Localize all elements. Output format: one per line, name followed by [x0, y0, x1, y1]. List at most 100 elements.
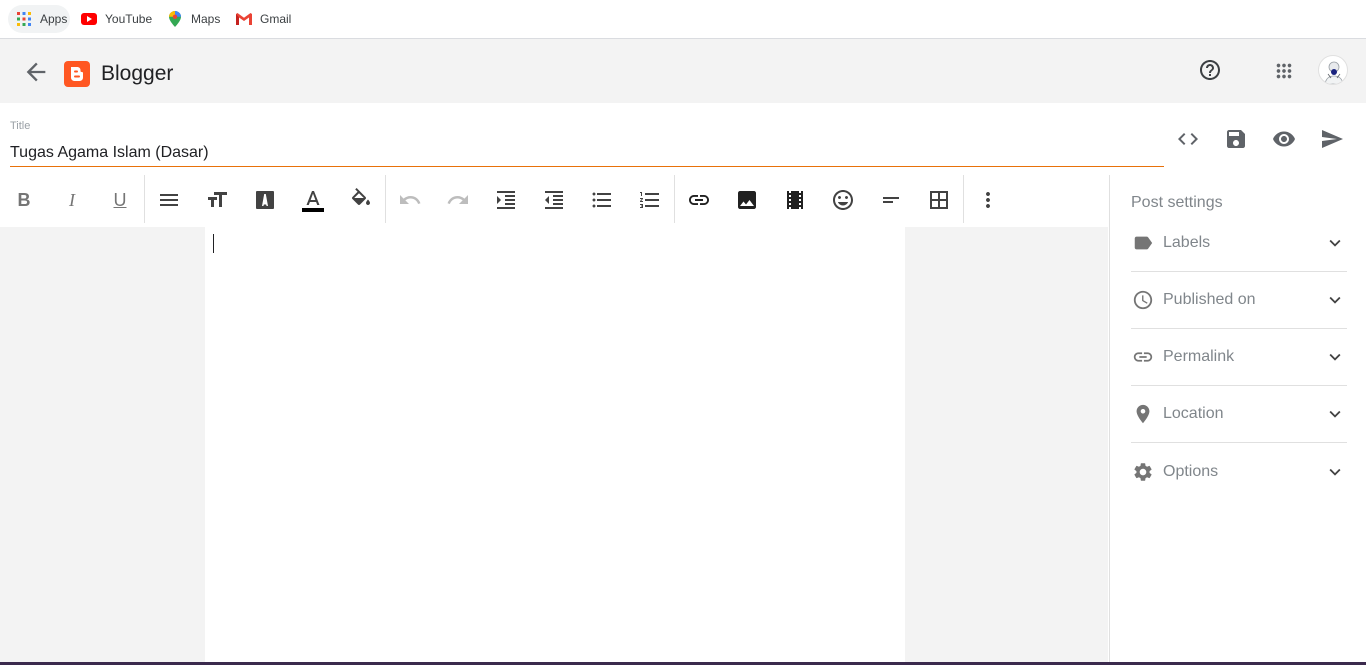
chevron-down-icon: [1323, 288, 1347, 312]
settings-item-options[interactable]: Options: [1110, 443, 1366, 500]
smiley-icon: [833, 190, 853, 210]
more-options-button[interactable]: [974, 186, 1002, 214]
clock-icon: [1131, 288, 1155, 312]
insert-link-button[interactable]: [685, 186, 713, 214]
settings-item-label: Options: [1163, 462, 1219, 480]
redo-button[interactable]: [444, 186, 472, 214]
bookmark-gmail[interactable]: Gmail: [236, 5, 291, 33]
settings-item-labels[interactable]: Labels: [1110, 215, 1366, 272]
bookmark-maps[interactable]: Maps: [167, 5, 220, 33]
bookmark-label: Gmail: [260, 12, 292, 26]
title-label: Title: [10, 120, 31, 132]
arrow-back-icon: [26, 62, 46, 82]
eye-icon: [1273, 131, 1295, 147]
numbered-list-icon: [640, 192, 659, 208]
paint-bucket-icon: [351, 188, 370, 205]
text-size-icon: [208, 192, 227, 207]
brand-name: Blogger: [101, 62, 174, 85]
font-size-button[interactable]: [203, 186, 231, 214]
undo-button[interactable]: [396, 186, 424, 214]
underline-button[interactable]: U: [106, 186, 134, 214]
account-avatar[interactable]: [1318, 55, 1348, 85]
settings-item-label: Labels: [1163, 234, 1211, 251]
maps-pin-icon: [167, 11, 183, 27]
undo-icon: [400, 195, 421, 204]
apps-grid-icon: [1276, 63, 1292, 79]
app-header: Blogger: [0, 39, 1366, 103]
text-format-box-icon: [256, 191, 274, 209]
post-settings-panel: Post settings Labels Published on Permal…: [1109, 175, 1366, 665]
settings-item-permalink[interactable]: Permalink: [1110, 329, 1366, 386]
bold-button[interactable]: B: [10, 186, 38, 214]
insert-image-button[interactable]: [733, 186, 761, 214]
publish-button[interactable]: [1320, 127, 1344, 151]
youtube-icon: [81, 11, 97, 27]
preview-button[interactable]: [1272, 127, 1296, 151]
chevron-down-icon: [1323, 231, 1347, 255]
link-icon: [1131, 345, 1155, 369]
settings-item-label: Published on: [1163, 291, 1256, 308]
help-button[interactable]: [1198, 58, 1222, 82]
code-brackets-icon: [1178, 133, 1198, 145]
label-tag-icon: [1131, 231, 1155, 255]
settings-item-label: Location: [1163, 405, 1224, 422]
jump-break-icon: [883, 197, 899, 203]
avatar-image-icon: [1324, 61, 1344, 84]
text-cursor: [213, 234, 214, 253]
bulleted-list-icon: [592, 192, 611, 208]
numbered-list-button[interactable]: [636, 186, 664, 214]
post-body-editor[interactable]: [205, 227, 905, 665]
toolbar-divider: [963, 175, 964, 223]
text-color-button[interactable]: [299, 186, 327, 214]
help-circle-icon: [1200, 60, 1220, 80]
paragraph-style-button[interactable]: [155, 186, 183, 214]
chevron-down-icon: [1323, 402, 1347, 426]
post-settings-title: Post settings: [1131, 194, 1223, 211]
gear-icon: [1131, 460, 1155, 484]
more-vert-icon: [986, 192, 990, 208]
text-color-icon: [302, 191, 324, 212]
back-button[interactable]: [22, 58, 50, 86]
save-button[interactable]: [1224, 127, 1248, 151]
bookmark-label: YouTube: [105, 12, 153, 26]
chevron-down-icon: [1323, 345, 1347, 369]
apps-grid-icon: [16, 11, 32, 27]
paragraph-lines-icon: [160, 194, 178, 206]
html-view-button[interactable]: [1176, 127, 1200, 151]
blogger-logo-icon[interactable]: [64, 61, 90, 87]
italic-icon: I: [69, 189, 75, 210]
bookmark-apps[interactable]: Apps: [8, 5, 70, 33]
gmail-icon: [236, 11, 252, 27]
bookmarks-bar: Apps YouTube Maps Gmail: [0, 0, 1366, 39]
highlight-color-button[interactable]: [347, 186, 375, 214]
insert-table-button[interactable]: [925, 186, 953, 214]
indent-decrease-icon: [545, 191, 563, 209]
film-strip-icon: [787, 191, 803, 209]
post-title-input[interactable]: [10, 140, 1164, 167]
insert-emoji-button[interactable]: [829, 186, 857, 214]
insert-video-button[interactable]: [781, 186, 809, 214]
google-apps-button[interactable]: [1273, 60, 1295, 82]
bookmark-label: Maps: [191, 12, 221, 26]
text-style-button[interactable]: [251, 186, 279, 214]
toolbar-divider: [674, 175, 675, 223]
indent-button[interactable]: [492, 186, 520, 214]
table-grid-icon: [930, 191, 948, 209]
image-icon: [738, 191, 756, 209]
italic-button[interactable]: I: [58, 186, 86, 214]
settings-item-published-on[interactable]: Published on: [1110, 272, 1366, 329]
settings-item-location[interactable]: Location: [1110, 386, 1366, 443]
insert-jump-break-button[interactable]: [877, 186, 905, 214]
redo-icon: [447, 195, 468, 204]
bookmark-youtube[interactable]: YouTube: [81, 5, 152, 33]
chevron-down-icon: [1323, 460, 1347, 484]
indent-increase-icon: [497, 191, 515, 209]
toolbar-divider: [385, 175, 386, 223]
send-icon: [1322, 130, 1343, 148]
outdent-button[interactable]: [540, 186, 568, 214]
location-pin-icon: [1131, 402, 1155, 426]
bulleted-list-button[interactable]: [588, 186, 616, 214]
formatting-toolbar: B I U: [0, 175, 1108, 227]
bold-icon: B: [17, 189, 31, 210]
toolbar-divider: [144, 175, 145, 223]
